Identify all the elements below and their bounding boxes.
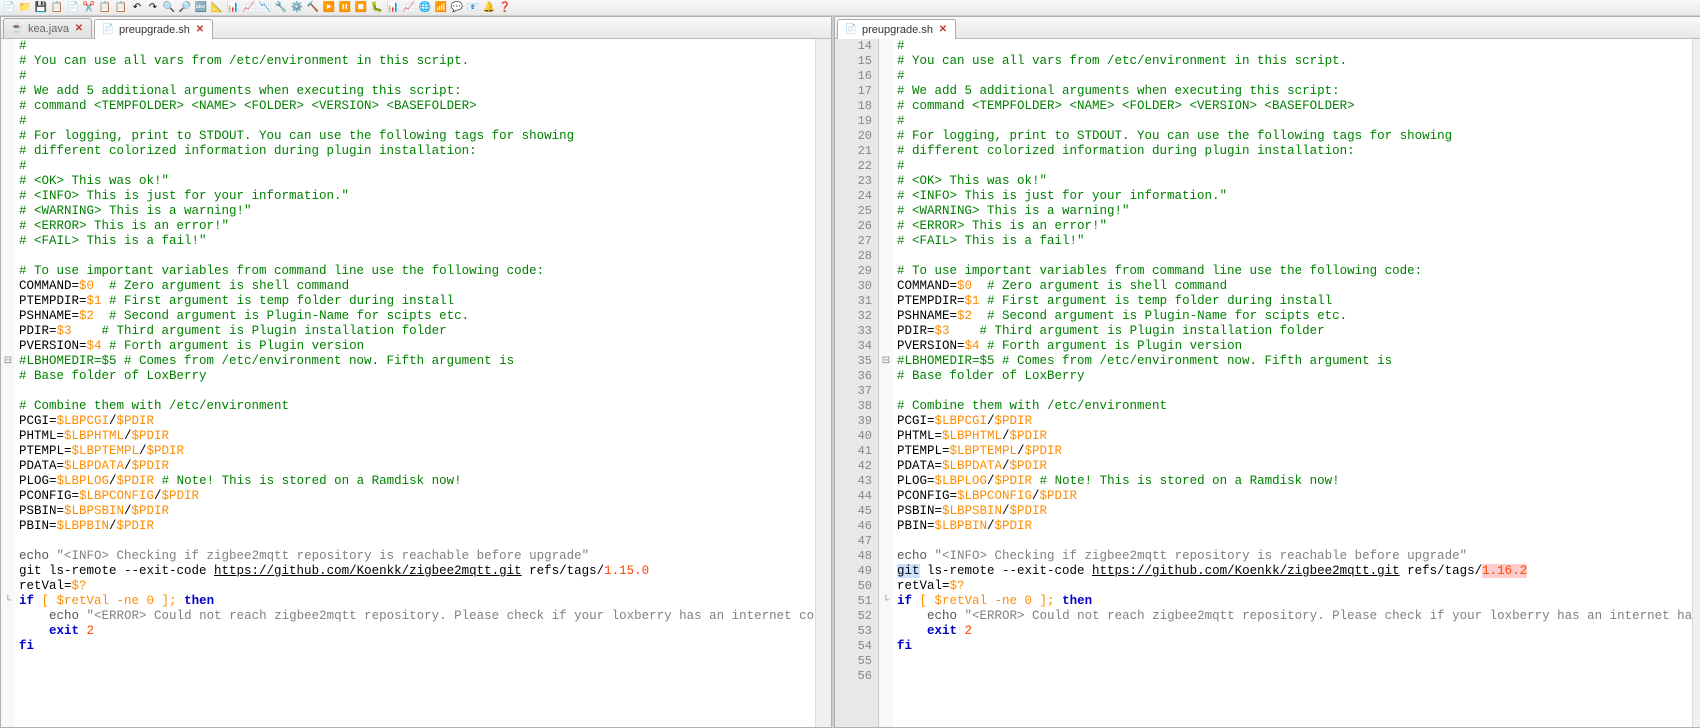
vertical-scrollbar[interactable] bbox=[815, 39, 831, 727]
toolbar-icon[interactable]: 📋 bbox=[98, 1, 112, 15]
right-editor[interactable]: 1415161718192021222324252627282930313233… bbox=[835, 39, 1700, 727]
toolbar-icon[interactable]: 📄 bbox=[66, 1, 80, 15]
toolbar-icon[interactable]: ↶ bbox=[130, 1, 144, 15]
toolbar-icon[interactable]: 🔤 bbox=[194, 1, 208, 15]
left-pane: ☕ kea.java ✕ 📄 preupgrade.sh ✕ ⊟└ ## You… bbox=[0, 16, 832, 728]
toolbar-icon[interactable]: 🔎 bbox=[178, 1, 192, 15]
toolbar-icon[interactable]: 📧 bbox=[466, 1, 480, 15]
toolbar-icon[interactable]: ⚙️ bbox=[290, 1, 304, 15]
main-toolbar: 📄📁💾📋📄✂️📋📋↶↷🔍🔎🔤📐📊📈📉🔧⚙️🔨▶️⏸️⏹️🐛📊📈🌐📶💬📧🔔❓ bbox=[0, 0, 1700, 16]
line-gutter: 1415161718192021222324252627282930313233… bbox=[835, 39, 879, 727]
toolbar-icon[interactable]: ⏹️ bbox=[354, 1, 368, 15]
toolbar-icon[interactable]: 📶 bbox=[434, 1, 448, 15]
tab-kea-java[interactable]: ☕ kea.java ✕ bbox=[3, 18, 92, 38]
tab-label: preupgrade.sh bbox=[862, 24, 933, 36]
right-pane: 📄 preupgrade.sh ✕ 1415161718192021222324… bbox=[834, 16, 1700, 728]
sh-file-icon: 📄 bbox=[844, 23, 858, 37]
close-icon[interactable]: ✕ bbox=[73, 23, 85, 35]
toolbar-icon[interactable]: 💾 bbox=[34, 1, 48, 15]
toolbar-icon[interactable]: 🔔 bbox=[482, 1, 496, 15]
toolbar-icon[interactable]: ▶️ bbox=[322, 1, 336, 15]
java-file-icon: ☕ bbox=[10, 22, 24, 36]
toolbar-icon[interactable]: 📄 bbox=[2, 1, 16, 15]
tab-preupgrade-right[interactable]: 📄 preupgrade.sh ✕ bbox=[837, 19, 956, 39]
right-tab-bar: 📄 preupgrade.sh ✕ bbox=[835, 17, 1700, 39]
toolbar-icon[interactable]: ⏸️ bbox=[338, 1, 352, 15]
fold-gutter[interactable]: ⊟└ bbox=[879, 39, 893, 727]
fold-gutter[interactable]: ⊟└ bbox=[1, 39, 15, 727]
toolbar-icon[interactable]: ❓ bbox=[498, 1, 512, 15]
toolbar-icon[interactable]: 🔍 bbox=[162, 1, 176, 15]
toolbar-icon[interactable]: 📈 bbox=[242, 1, 256, 15]
left-editor[interactable]: ⊟└ ## You can use all vars from /etc/env… bbox=[1, 39, 831, 727]
toolbar-icon[interactable]: 📊 bbox=[226, 1, 240, 15]
toolbar-icon[interactable]: 📉 bbox=[258, 1, 272, 15]
tab-label: preupgrade.sh bbox=[119, 24, 190, 36]
close-icon[interactable]: ✕ bbox=[937, 24, 949, 36]
toolbar-icon[interactable]: 📋 bbox=[114, 1, 128, 15]
toolbar-icon[interactable]: ↷ bbox=[146, 1, 160, 15]
toolbar-icon[interactable]: 📐 bbox=[210, 1, 224, 15]
close-icon[interactable]: ✕ bbox=[194, 24, 206, 36]
split-container: ☕ kea.java ✕ 📄 preupgrade.sh ✕ ⊟└ ## You… bbox=[0, 16, 1700, 728]
toolbar-icon[interactable]: 📈 bbox=[402, 1, 416, 15]
toolbar-icon[interactable]: 🔧 bbox=[274, 1, 288, 15]
toolbar-icon[interactable]: 🔨 bbox=[306, 1, 320, 15]
toolbar-icon[interactable]: ✂️ bbox=[82, 1, 96, 15]
code-area-right[interactable]: ## You can use all vars from /etc/enviro… bbox=[893, 39, 1692, 727]
toolbar-icon[interactable]: 📁 bbox=[18, 1, 32, 15]
toolbar-icon[interactable]: 📋 bbox=[50, 1, 64, 15]
toolbar-icon[interactable]: 🐛 bbox=[370, 1, 384, 15]
toolbar-icon[interactable]: 📊 bbox=[386, 1, 400, 15]
vertical-scrollbar[interactable] bbox=[1692, 39, 1700, 727]
tab-label: kea.java bbox=[28, 23, 69, 35]
tab-preupgrade-left[interactable]: 📄 preupgrade.sh ✕ bbox=[94, 19, 213, 39]
sh-file-icon: 📄 bbox=[101, 23, 115, 37]
left-tab-bar: ☕ kea.java ✕ 📄 preupgrade.sh ✕ bbox=[1, 17, 831, 39]
code-area-left[interactable]: ## You can use all vars from /etc/enviro… bbox=[15, 39, 815, 727]
toolbar-icon[interactable]: 💬 bbox=[450, 1, 464, 15]
toolbar-icon[interactable]: 🌐 bbox=[418, 1, 432, 15]
